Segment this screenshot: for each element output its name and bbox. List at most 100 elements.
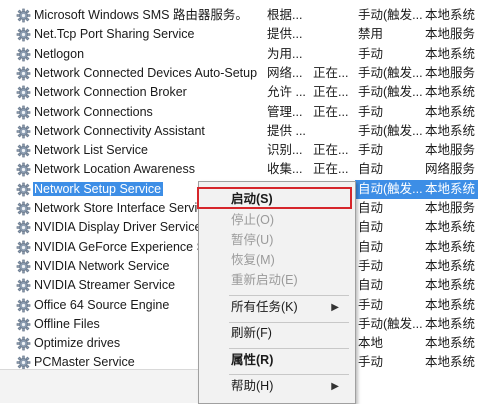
service-row[interactable]: Network Connection Broker 允许 ... 正在... 手动(触…: [0, 83, 478, 102]
service-description: 提供...: [267, 27, 303, 42]
service-gear-icon: [16, 336, 31, 351]
service-name: Netlogon: [34, 46, 85, 61]
service-startup-type: 手动: [358, 258, 384, 273]
service-startup-type: 手动: [358, 143, 384, 158]
service-startup-type: 手动: [358, 46, 384, 61]
menu-item-help-label: 帮助(H): [231, 379, 274, 393]
menu-item-resume[interactable]: 恢复(M): [199, 250, 355, 271]
service-startup-type: 自动: [358, 201, 384, 215]
service-logon-as: 本地系统: [425, 104, 476, 119]
service-logon-as: 本地系统: [425, 85, 476, 100]
menu-item-stop[interactable]: 停止(O): [199, 210, 355, 231]
service-name: NVIDIA Display Driver Service: [34, 220, 202, 235]
service-logon-as: 本地服务: [425, 27, 476, 42]
service-name: NVIDIA Network Service: [34, 258, 170, 273]
service-gear-icon: [16, 8, 31, 23]
service-name: Net.Tcp Port Sharing Service: [34, 27, 195, 42]
service-name: Offline Files: [34, 316, 100, 331]
menu-item-properties-label: 属性(R): [231, 353, 274, 367]
service-logon-as: 本地系统: [425, 336, 476, 351]
service-description: 收集...: [267, 162, 303, 177]
service-status: 正在...: [313, 162, 349, 177]
service-logon-as: 本地系统: [425, 278, 476, 293]
service-gear-icon: [16, 317, 31, 332]
service-name: Optimize drives: [34, 336, 121, 351]
status-bar: [0, 369, 200, 403]
highlight-box: [197, 187, 352, 209]
service-startup-type: 手动(触发...: [358, 123, 423, 138]
service-logon-as: 本地系统: [425, 123, 476, 138]
service-logon-as: 本地系统: [422, 179, 478, 199]
menu-item-refresh[interactable]: 刷新(F): [199, 323, 355, 344]
service-startup-type: 禁用: [358, 27, 384, 42]
service-startup-type: 手动: [358, 297, 384, 312]
service-startup-type: 自动: [358, 220, 384, 235]
menu-item-resume-label: 恢复(M): [231, 253, 275, 267]
service-row[interactable]: Microsoft Windows SMS 路由器服务。 根据... 手动(触发..…: [0, 6, 478, 25]
menu-item-properties[interactable]: 属性(R): [199, 350, 355, 371]
service-description: 为用...: [267, 46, 303, 61]
service-gear-icon: [16, 240, 31, 255]
service-startup-type: 本地: [358, 336, 384, 351]
service-startup-type: 手动: [358, 104, 384, 119]
service-logon-as: 本地系统: [425, 239, 476, 254]
service-description: 网络...: [267, 65, 303, 80]
service-name: Microsoft Windows SMS 路由器服务。: [34, 8, 248, 22]
menu-item-all-tasks[interactable]: 所有任务(K) ▶: [199, 297, 355, 318]
service-logon-as: 本地系统: [425, 220, 476, 235]
service-startup-type: 手动(触发...: [358, 316, 423, 331]
service-name: Network Connected Devices Auto-Setup: [34, 65, 258, 80]
menu-separator: [229, 348, 349, 349]
service-startup-type: 手动(触发...: [358, 8, 423, 22]
service-logon-as: 网络服务: [425, 162, 476, 177]
context-menu: 启动(S) 停止(O) 暂停(U) 恢复(M) 重新启动(E) 所有任务(K) …: [197, 181, 356, 404]
service-logon-as: 本地系统: [425, 355, 476, 370]
service-row[interactable]: Network Connectivity Assistant 提供 ... 手动(触…: [0, 122, 478, 141]
service-row[interactable]: Network List Service 识别... 正在... 手动 本地服务: [0, 141, 478, 160]
service-name: NVIDIA GeForce Experience Se: [34, 239, 212, 254]
menu-item-pause-label: 暂停(U): [231, 233, 274, 247]
menu-item-all-tasks-label: 所有任务(K): [231, 300, 298, 314]
service-row[interactable]: Netlogon 为用... 手动 本地系统: [0, 45, 478, 64]
service-gear-icon: [16, 298, 31, 313]
service-gear-icon: [16, 220, 31, 235]
service-status: 正在...: [313, 143, 349, 158]
menu-item-help[interactable]: 帮助(H) ▶: [199, 376, 355, 397]
menu-item-restart[interactable]: 重新启动(E): [199, 270, 355, 291]
service-gear-icon: [16, 182, 31, 197]
service-row[interactable]: Network Connected Devices Auto-Setup 网络..…: [0, 64, 478, 83]
service-row[interactable]: Network Connections 管理... 正在... 手动 本地系统: [0, 103, 478, 122]
service-description: 识别...: [267, 143, 303, 158]
menu-separator: [229, 295, 349, 296]
service-gear-icon: [16, 66, 31, 81]
service-startup-type: 手动(触发...: [358, 85, 423, 100]
service-startup-type: 手动(触发...: [358, 65, 423, 80]
service-startup-type: 自动: [358, 278, 384, 293]
menu-item-pause[interactable]: 暂停(U): [199, 230, 355, 251]
service-name: Office 64 Source Engine: [34, 297, 170, 312]
menu-item-restart-label: 重新启动(E): [231, 273, 298, 287]
service-name: NVIDIA Streamer Service: [34, 278, 176, 293]
service-name: Network Store Interface Service: [34, 201, 211, 215]
service-gear-icon: [16, 124, 31, 139]
service-startup-type: 自动(触发...: [355, 179, 426, 199]
service-description: 管理...: [267, 104, 303, 119]
service-gear-icon: [16, 47, 31, 62]
service-gear-icon: [16, 85, 31, 100]
service-logon-as: 本地系统: [425, 316, 476, 331]
service-gear-icon: [16, 201, 31, 216]
submenu-arrow-icon: ▶: [331, 302, 339, 313]
service-name: Network Connectivity Assistant: [34, 123, 205, 138]
service-row[interactable]: Network Location Awareness 收集... 正在... 自动 网络…: [0, 160, 478, 179]
service-logon-as: 本地系统: [425, 297, 476, 312]
service-name: Network Connections: [34, 104, 153, 119]
service-row[interactable]: Net.Tcp Port Sharing Service 提供... 禁用 本地服务: [0, 25, 478, 44]
service-name: Network List Service: [34, 143, 148, 158]
service-status: 正在...: [313, 85, 349, 100]
service-logon-as: 本地系统: [425, 46, 476, 61]
service-status: 正在...: [313, 104, 349, 119]
service-startup-type: 手动: [358, 355, 384, 370]
service-logon-as: 本地系统: [425, 258, 476, 273]
service-gear-icon: [16, 259, 31, 274]
service-logon-as: 本地服务: [425, 201, 476, 215]
